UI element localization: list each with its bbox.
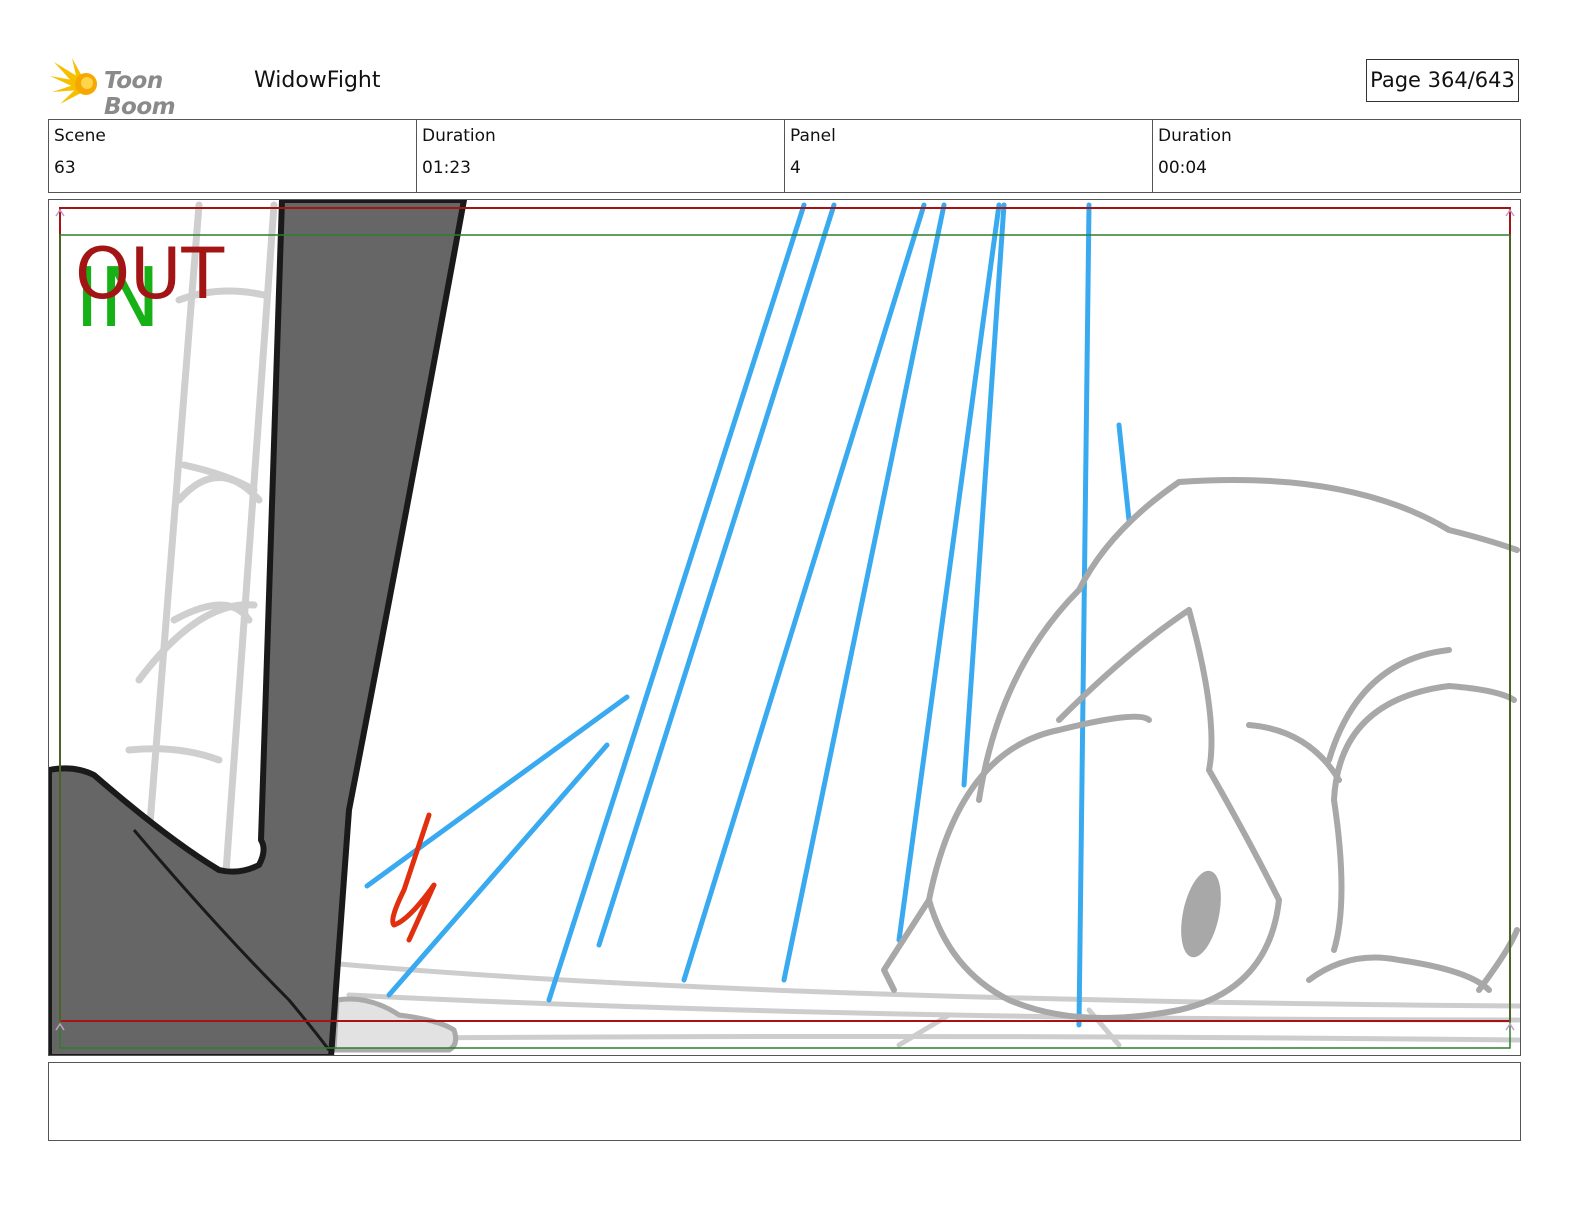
out-label: OUT (75, 233, 224, 315)
scene-duration-cell: Duration 01:23 (417, 120, 785, 192)
scene-value: 63 (54, 158, 76, 178)
storyboard-panel: IN OUT (48, 199, 1521, 1056)
sunburst-icon (50, 58, 97, 104)
panel-label: Panel (790, 126, 836, 146)
toon-boom-logo: Toon Boom (50, 56, 240, 120)
panel-notes (48, 1062, 1521, 1141)
page-number: Page 364/643 (1366, 59, 1519, 102)
panel-info-bar: Scene 63 Duration 01:23 Panel 4 Duration… (48, 119, 1521, 193)
character-eye (1181, 870, 1221, 958)
rock-sketch (331, 996, 459, 1053)
red-scribble (390, 812, 437, 943)
panel-duration-cell: Duration 00:04 (1153, 120, 1520, 192)
speed-lines (364, 202, 1132, 1028)
scene-duration-label: Duration (422, 126, 496, 146)
scene-cell: Scene 63 (49, 120, 417, 192)
project-title: WidowFight (254, 68, 381, 93)
panel-duration-value: 00:04 (1158, 158, 1207, 178)
scene-label: Scene (54, 126, 106, 146)
scene-duration-value: 01:23 (422, 158, 471, 178)
panel-duration-label: Duration (1158, 126, 1232, 146)
logo-wordmark: Toon Boom (104, 68, 176, 120)
panel-cell: Panel 4 (785, 120, 1153, 192)
panel-drawing: IN OUT (49, 200, 1520, 1055)
panel-value: 4 (790, 158, 801, 178)
